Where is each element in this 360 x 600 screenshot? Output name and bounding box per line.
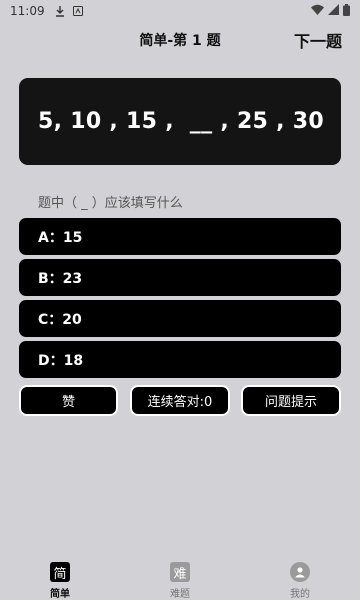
number-sequence: 5, 10 , 15 , __ , 25 , 30 bbox=[38, 109, 324, 134]
profile-icon bbox=[290, 562, 310, 582]
battery-icon bbox=[343, 3, 350, 19]
hard-icon: 难 bbox=[170, 562, 190, 582]
status-bar: 11:09 bbox=[0, 0, 360, 22]
like-button[interactable]: 赞 bbox=[19, 385, 118, 416]
status-time: 11:09 bbox=[10, 4, 45, 18]
nav-label-mine: 我的 bbox=[290, 589, 310, 600]
notification-app-icon bbox=[72, 6, 83, 16]
signal-icon bbox=[328, 4, 339, 18]
option-c-button[interactable]: C：20 bbox=[19, 300, 341, 337]
nav-item-hard[interactable]: 难 难题 bbox=[140, 556, 220, 600]
option-b-button[interactable]: B：23 bbox=[19, 259, 341, 296]
option-d-button[interactable]: D：18 bbox=[19, 341, 341, 378]
nav-item-easy[interactable]: 简 简单 bbox=[20, 556, 100, 600]
status-right bbox=[311, 3, 350, 19]
next-question-button[interactable]: 下一题 bbox=[294, 28, 342, 52]
option-a-button[interactable]: A：15 bbox=[19, 218, 341, 255]
bottom-nav: 简 简单 难 难题 我的 bbox=[0, 556, 360, 600]
download-icon bbox=[55, 5, 65, 17]
hint-button[interactable]: 问题提示 bbox=[241, 385, 341, 416]
question-card: 5, 10 , 15 , __ , 25 , 30 bbox=[19, 78, 341, 165]
streak-button[interactable]: 连续答对:0 bbox=[130, 385, 230, 416]
question-prompt: 题中（ _ ）应该填写什么 bbox=[38, 196, 183, 211]
easy-icon: 简 bbox=[50, 562, 70, 582]
nav-label-easy: 简单 bbox=[50, 589, 70, 600]
header: 简单-第 1 题 下一题 bbox=[0, 28, 360, 54]
wifi-icon bbox=[311, 4, 324, 18]
nav-label-hard: 难题 bbox=[170, 589, 190, 600]
nav-item-mine[interactable]: 我的 bbox=[260, 556, 340, 600]
